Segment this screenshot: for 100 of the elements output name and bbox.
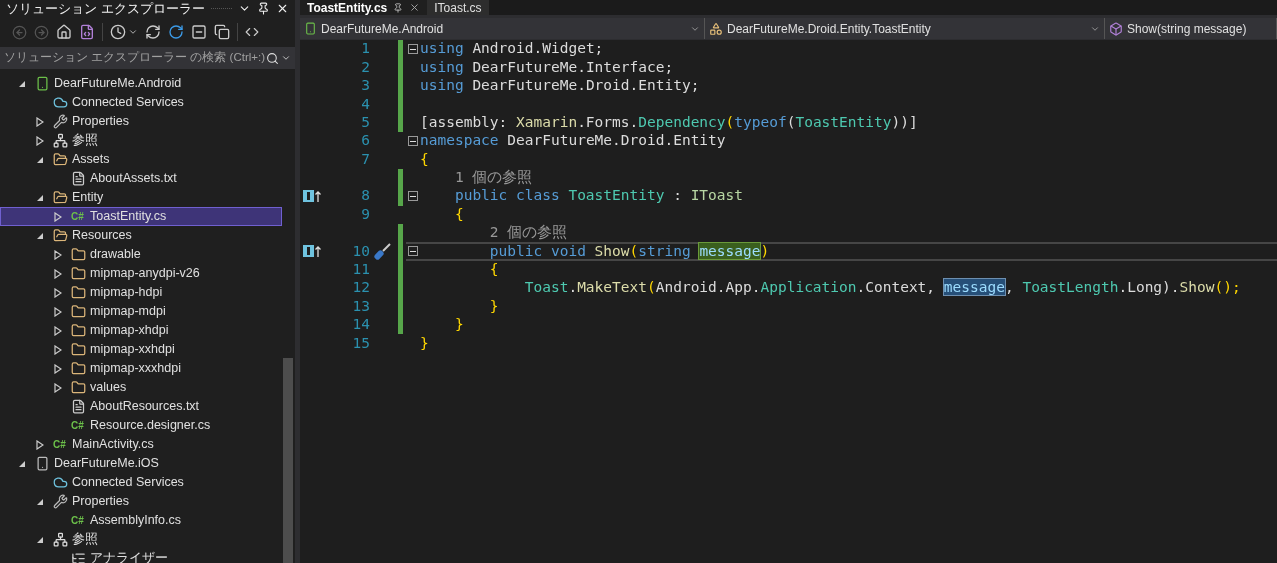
expanded-arrow-icon[interactable] [18,79,26,88]
line-number: 12 [352,279,370,296]
clock-icon[interactable] [110,24,126,40]
close-icon[interactable] [276,2,289,15]
tree-item[interactable]: Properties [0,112,282,131]
document-icon [71,399,86,414]
copy-icon[interactable] [214,24,230,40]
code-line: { [453,204,464,224]
folder-icon [71,342,86,357]
expanded-arrow-icon[interactable] [18,459,26,468]
navigation-dropdown[interactable]: DearFutureMe.Android [300,18,705,39]
tree-item[interactable]: Resources [0,226,282,245]
tree-item[interactable]: mipmap-mdpi [0,302,282,321]
reference-count[interactable]: 1 個の参照 [420,167,533,189]
tree-item[interactable]: Assets [0,150,282,169]
dropdown-icon[interactable] [281,53,291,63]
editor-tab[interactable]: ToastEntity.cs [300,0,428,15]
expanded-arrow-icon[interactable] [36,193,44,202]
tree-item[interactable]: Connected Services [0,93,282,112]
tree-item[interactable]: C# AssemblyInfo.cs [0,511,282,530]
cloud-icon [53,95,68,110]
collapsed-arrow-icon[interactable] [54,363,62,374]
collapsed-arrow-icon[interactable] [54,344,62,355]
implementation-icon[interactable] [303,190,323,203]
line-number: 7 [361,150,370,167]
collapsed-arrow-icon[interactable] [54,382,62,393]
code-line: using DearFutureMe.Interface; [420,57,674,77]
code-line: { [420,149,429,169]
csharp-icon: C# [71,211,86,222]
collapsed-arrow-icon[interactable] [36,135,44,146]
fold-toggle[interactable] [408,44,418,55]
tree-item[interactable]: DearFutureMe.Android [0,74,282,93]
sync-icon[interactable] [145,24,161,40]
collapsed-arrow-icon[interactable] [54,249,62,260]
tree-item[interactable]: mipmap-xhdpi [0,321,282,340]
reference-count[interactable]: 2 個の参照 [420,222,568,244]
tree-item[interactable]: mipmap-anydpi-v26 [0,264,282,283]
fold-toggle[interactable] [408,191,418,202]
tree-item[interactable]: Connected Services [0,473,282,492]
folder-icon [71,361,86,376]
network-icon [53,133,68,148]
home-icon[interactable] [56,24,72,40]
code-line: [assembly: Xamarin.Forms.Dependency(typeof(ToastEntity))] [420,112,918,132]
editor-tab[interactable]: IToast.cs [427,0,489,15]
fold-toggle[interactable] [408,136,418,147]
network-icon [53,532,68,547]
document-icon [71,171,86,186]
fold-toggle[interactable] [408,246,418,257]
tree-item[interactable]: DearFutureMe.iOS [0,454,282,473]
tree-item[interactable]: mipmap-xxhdpi [0,340,282,359]
expanded-arrow-icon[interactable] [36,231,44,240]
tree-item[interactable]: mipmap-hdpi [0,283,282,302]
tree-item[interactable]: C# ToastEntity.cs [0,207,282,226]
navigation-dropdown[interactable]: DearFutureMe.Droid.Entity.ToastEntity [705,18,1105,39]
line-number: 5 [361,113,370,130]
collapse-all-icon[interactable] [191,24,207,40]
tree-item[interactable]: 参照 [0,530,282,549]
tree-item[interactable]: values [0,378,282,397]
tree-item[interactable]: Properties [0,492,282,511]
cube-icon [1109,21,1123,36]
tree-item[interactable]: Entity [0,188,282,207]
tree-item[interactable]: mipmap-xxxhdpi [0,359,282,378]
collapsed-arrow-icon[interactable] [54,287,62,298]
collapsed-arrow-icon[interactable] [36,439,44,450]
solution-icon[interactable] [79,24,95,40]
navigation-dropdown[interactable]: Show(string message) [1105,18,1277,39]
close-icon[interactable] [409,2,421,13]
code-line: } [453,315,464,335]
tree-item[interactable]: C# MainActivity.cs [0,435,282,454]
implementation-icon[interactable] [303,245,323,258]
expanded-arrow-icon[interactable] [36,497,44,506]
tree-item[interactable]: AboutAssets.txt [0,169,282,188]
search-icon[interactable] [266,51,279,65]
collapsed-arrow-icon[interactable] [54,325,62,336]
line-number: 14 [352,316,370,333]
phone-icon [304,22,317,35]
expanded-arrow-icon[interactable] [36,535,44,544]
tree-item[interactable]: AboutResources.txt [0,397,282,416]
collapsed-arrow-icon[interactable] [54,268,62,279]
folder-icon [53,152,68,167]
collapsed-arrow-icon[interactable] [54,306,62,317]
expanded-arrow-icon[interactable] [36,155,44,164]
screwdriver-icon[interactable] [372,241,392,262]
analyzer-icon [71,551,86,563]
code-line: public void Show(string message) [488,241,770,261]
folder-icon [71,323,86,338]
pin-icon[interactable] [257,2,270,15]
code-icon[interactable] [245,25,259,39]
dropdown-icon[interactable] [128,27,138,37]
refresh-icon[interactable] [168,24,184,40]
code-line: { [488,260,499,279]
collapsed-arrow-icon[interactable] [36,116,44,127]
search-field[interactable]: ソリューション エクスプローラー の検索 (Ctrl+:) [0,47,295,69]
tree-item[interactable]: 参照 [0,131,282,150]
line-number: 1 [361,40,370,57]
tree-item[interactable]: C# Resource.designer.cs [0,416,282,435]
collapsed-arrow-icon[interactable] [54,211,62,222]
pin-icon[interactable] [393,2,404,13]
line-number: 4 [361,95,370,112]
tree-item[interactable]: drawable [0,245,282,264]
